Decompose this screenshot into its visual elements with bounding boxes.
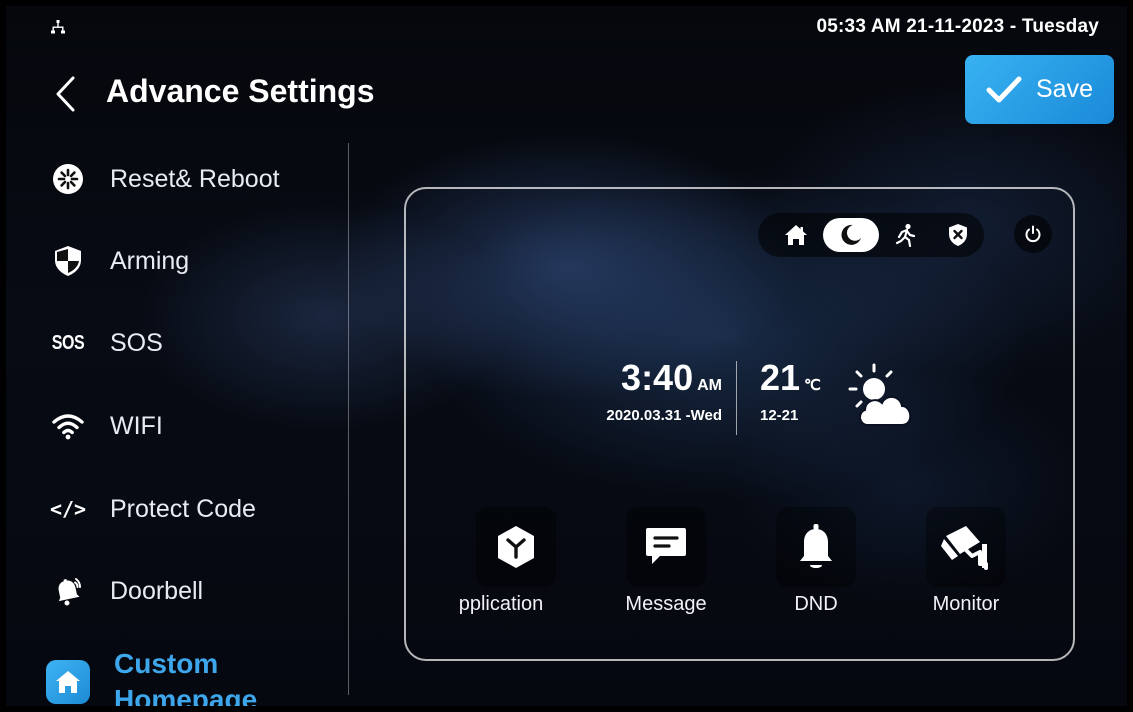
home-mode-icon <box>785 225 808 245</box>
app-tile-message[interactable] <box>626 507 706 587</box>
temperature-row: 21 ℃ <box>760 357 840 399</box>
network-icon <box>51 20 65 34</box>
status-datetime: 05:33 AM 21-11-2023 - Tuesday <box>816 16 1099 37</box>
sidebar-item-reset-reboot[interactable]: Reset& Reboot <box>46 156 336 202</box>
sos-icon: SOS <box>51 331 85 354</box>
sidebar-item-label: WIFI <box>110 411 163 440</box>
app-label-monitor: Monitor <box>932 593 1000 615</box>
app-tile-dnd[interactable] <box>776 507 856 587</box>
sidebar-divider <box>348 143 349 695</box>
page-title: Advance Settings <box>106 73 375 109</box>
reset-icon <box>46 161 90 197</box>
temperature: 21 <box>760 357 801 398</box>
message-icon <box>646 528 686 564</box>
save-button[interactable]: Save <box>965 55 1114 124</box>
mode-disarm[interactable] <box>931 218 984 252</box>
app-tile-monitor[interactable] <box>926 507 1006 587</box>
sidebar-item-protect-code[interactable]: </> Protect Code <box>46 486 336 532</box>
sidebar-item-arming[interactable]: Arming <box>46 238 336 284</box>
app-tile-application[interactable] <box>476 507 556 587</box>
camera-icon <box>941 526 988 570</box>
mode-night[interactable] <box>822 218 879 252</box>
weather-widget: 21 ℃ 12-21 <box>760 357 840 424</box>
disarm-mode-icon <box>948 224 967 246</box>
custom-homepage-icon-wrap <box>46 660 90 704</box>
bell-icon <box>800 524 832 568</box>
back-button[interactable] <box>48 72 82 116</box>
power-icon <box>1025 225 1041 243</box>
clock-date: 2020.03.31 -Wed <box>606 407 722 424</box>
mode-home[interactable] <box>770 218 823 252</box>
chevron-left-icon <box>56 76 75 112</box>
app-label-dnd: DND <box>794 593 838 615</box>
application-icon <box>498 526 534 568</box>
screen: 05:33 AM 21-11-2023 - Tuesday Advance Se… <box>6 6 1127 706</box>
home-icon <box>46 660 90 704</box>
away-mode-icon <box>896 223 916 247</box>
wifi-icon <box>46 408 90 444</box>
clock-time-row: 3:40 AM <box>602 357 722 399</box>
sidebar-item-doorbell[interactable]: Doorbell <box>46 568 336 614</box>
temperature-range: 12-21 <box>760 407 799 424</box>
sidebar-item-label: SOS <box>110 328 163 357</box>
power-button[interactable] <box>1014 215 1052 253</box>
sidebar-item-sos[interactable]: SOS SOS <box>46 320 336 366</box>
app-label-message: Message <box>625 593 707 615</box>
code-icon: </> <box>49 497 87 521</box>
homepage-preview: 3:40 AM 2020.03.31 -Wed 21 ℃ 12-21 pplic… <box>404 187 1075 661</box>
clock-ampm: AM <box>697 377 722 394</box>
doorbell-icon <box>46 573 90 609</box>
sidebar-item-label: Custom Homepage <box>114 648 258 706</box>
mode-away[interactable] <box>879 218 932 252</box>
app-label-application: pplication <box>458 593 544 615</box>
mode-switcher <box>758 213 984 257</box>
sidebar-item-label: Reset& Reboot <box>110 164 280 193</box>
sidebar-item-label: Arming <box>110 246 190 275</box>
clock-time: 3:40 <box>621 357 694 398</box>
night-mode-icon <box>841 224 861 245</box>
clock-weather-divider <box>736 361 737 435</box>
sidebar-item-label: Protect Code <box>110 494 256 523</box>
sidebar-item-custom-homepage[interactable]: Custom Homepage <box>46 646 336 706</box>
sidebar-item-label: Doorbell <box>110 576 204 605</box>
clock-widget: 3:40 AM 2020.03.31 -Wed <box>602 357 722 424</box>
check-icon <box>986 76 1022 102</box>
partly-cloudy-icon <box>848 363 912 426</box>
sidebar-item-wifi[interactable]: WIFI <box>46 403 336 449</box>
temperature-unit: ℃ <box>804 377 821 394</box>
save-label: Save <box>1036 75 1093 103</box>
shield-icon <box>46 243 90 279</box>
